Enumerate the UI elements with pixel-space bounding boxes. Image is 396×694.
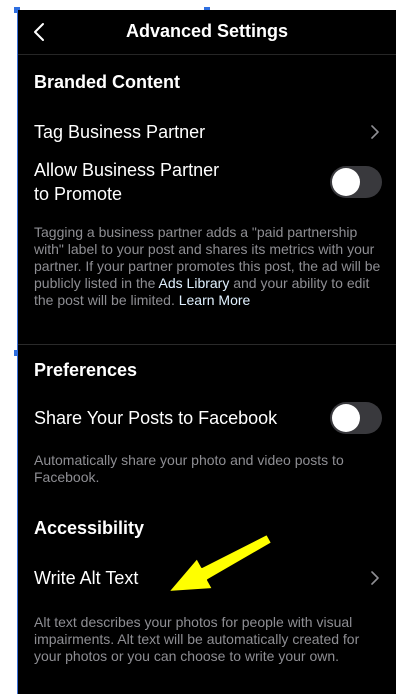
write-alt-text-label: Write Alt Text: [34, 568, 139, 588]
ads-library-link[interactable]: Ads Library: [159, 275, 230, 291]
section-divider: [18, 344, 396, 345]
allow-business-partner-toggle[interactable]: [330, 166, 382, 198]
learn-more-link[interactable]: Learn More: [179, 292, 251, 308]
chevron-right-icon: [371, 125, 379, 139]
allow-business-partner-label-line1: Allow Business Partner: [34, 160, 220, 180]
share-to-facebook-toggle[interactable]: [330, 402, 382, 434]
toggle-knob: [332, 404, 360, 432]
navigation-bar: Advanced Settings: [18, 10, 396, 55]
advanced-settings-screen: Advanced Settings Branded Content Tag Bu…: [18, 10, 396, 694]
tag-business-partner-label: Tag Business Partner: [34, 122, 206, 142]
alt-text-description: Alt text describes your photos for peopl…: [34, 614, 360, 664]
section-header-preferences: Preferences: [34, 360, 138, 380]
branded-content-description: Tagging a business partner adds a "paid …: [34, 224, 386, 309]
allow-business-partner-label-line2: to Promote: [34, 184, 123, 204]
section-header-accessibility: Accessibility: [34, 518, 145, 538]
section-header-branded-content: Branded Content: [34, 72, 180, 92]
page-title: Advanced Settings: [125, 21, 289, 41]
toggle-knob: [332, 168, 360, 196]
annotation-arrow-icon: [167, 535, 273, 593]
chevron-right-icon: [371, 571, 379, 585]
share-to-facebook-description: Automatically share your photo and video…: [34, 452, 344, 485]
share-to-facebook-label: Share Your Posts to Facebook: [34, 408, 278, 428]
